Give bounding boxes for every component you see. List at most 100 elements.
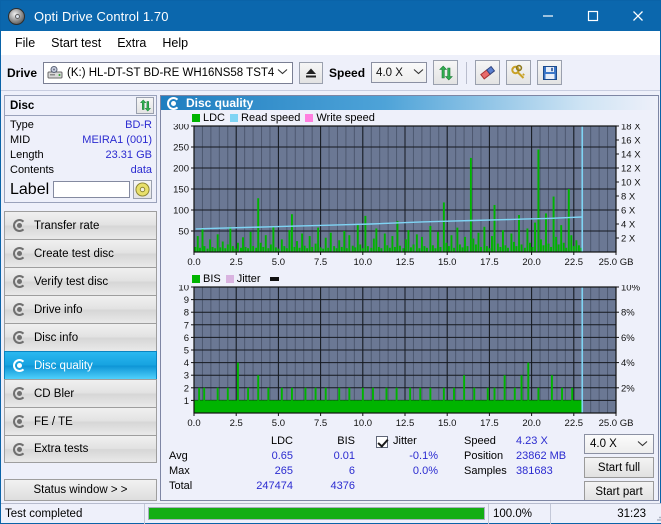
speed-select[interactable]: 4.0 X	[371, 62, 428, 83]
disc-label-input[interactable]	[53, 181, 130, 198]
svg-text:50: 50	[178, 227, 189, 238]
sidebar-item-verify-test-disc[interactable]: Verify test disc	[4, 267, 157, 295]
disc-icon	[12, 218, 27, 233]
menu-item-extra[interactable]: Extra	[109, 34, 154, 52]
eject-button[interactable]	[299, 61, 324, 84]
test-speed-select[interactable]: 4.0 X	[584, 434, 654, 454]
legend-item-write-speed: Write speed	[305, 112, 375, 124]
svg-text:12.5: 12.5	[396, 257, 415, 268]
test-speed-value: 4.0 X	[590, 438, 617, 450]
sidebar-item-disc-info[interactable]: Disc info	[4, 323, 157, 351]
menu-item-start-test[interactable]: Start test	[43, 34, 109, 52]
title-bar: Opti Drive Control 1.70	[1, 1, 660, 31]
svg-text:14 X: 14 X	[621, 150, 641, 161]
svg-text:0.0: 0.0	[187, 418, 200, 429]
legend-item-ldc: LDC	[192, 112, 225, 124]
svg-text:25.0 GB: 25.0 GB	[599, 418, 634, 429]
disc-icon	[12, 302, 27, 317]
legend-item-read-speed: Read speed	[230, 112, 300, 124]
menu-item-file[interactable]: File	[7, 34, 43, 52]
sidebar-nav: Transfer rate Create test disc Verify te…	[4, 211, 157, 463]
samples-caption: Samples	[464, 465, 507, 477]
sidebar-item-label: Disc quality	[34, 359, 93, 372]
keys-button[interactable]	[506, 60, 532, 85]
run-info: Speed Position Samples 4.23 X 23862 MB 3…	[461, 434, 658, 500]
sidebar-item-label: Create test disc	[34, 247, 114, 260]
disc-key: Type	[10, 119, 34, 131]
disc-refresh-button[interactable]	[136, 97, 154, 114]
sidebar-item-transfer-rate[interactable]: Transfer rate	[4, 211, 157, 239]
drive-label: Drive	[7, 65, 38, 80]
sidebar-item-create-test-disc[interactable]: Create test disc	[4, 239, 157, 267]
svg-text:2%: 2%	[621, 383, 635, 394]
svg-text:10%: 10%	[621, 285, 641, 294]
chevron-down-icon[interactable]	[634, 440, 650, 449]
sidebar-item-fe-te[interactable]: FE / TE	[4, 407, 157, 435]
disc-key: Length	[10, 149, 44, 161]
menu-item-help[interactable]: Help	[154, 34, 196, 52]
app-window: Opti Drive Control 1.70 File Start test …	[0, 0, 661, 524]
elapsed-time: 31:23	[550, 503, 650, 524]
stats-row-avg: Avg 0.65 0.01	[169, 449, 376, 464]
disc-panel-title: Disc	[10, 99, 35, 112]
main-panel-header: Disc quality	[161, 96, 658, 110]
stats-row-label: Max	[169, 465, 190, 477]
start-part-button[interactable]: Start part	[584, 481, 654, 500]
sidebar-item-label: Disc info	[34, 331, 79, 344]
svg-text:4%: 4%	[621, 358, 635, 369]
stats-col-bis: BIS	[337, 435, 355, 447]
svg-text:8: 8	[184, 308, 189, 319]
jitter-toggle[interactable]: Jitter	[376, 434, 461, 449]
legend-item-bis: BIS	[192, 273, 221, 285]
disc-value: data	[130, 164, 152, 176]
disc-icon	[12, 246, 27, 261]
chevron-down-icon[interactable]	[274, 68, 290, 77]
stats-row-label: Total	[169, 480, 193, 492]
run-info-labels: Speed Position Samples	[464, 434, 516, 500]
sidebar-item-label: Verify test disc	[34, 275, 109, 288]
status-window-label: Status window > >	[33, 484, 128, 496]
svg-text:6: 6	[184, 333, 189, 344]
disc-panel-header: Disc	[5, 96, 156, 116]
position-caption: Position	[464, 450, 504, 462]
svg-text:18 X: 18 X	[621, 124, 641, 133]
disc-icon	[8, 7, 25, 25]
svg-text:15.0: 15.0	[438, 418, 457, 429]
jitter-checkbox[interactable]	[376, 435, 388, 448]
cd-icon-button[interactable]	[133, 180, 152, 199]
legend-swatch-ldc	[192, 113, 200, 122]
svg-text:15.0: 15.0	[438, 257, 457, 268]
legend-label-bis: BIS	[203, 272, 221, 285]
legend-label-jitter: Jitter	[236, 272, 261, 285]
status-window-button[interactable]: Status window > >	[4, 479, 157, 501]
status-bar: Test completed 100.0% 31:23	[1, 503, 661, 524]
sidebar-item-drive-info[interactable]: Drive info	[4, 295, 157, 323]
minimize-icon[interactable]	[525, 1, 570, 31]
maximize-icon[interactable]	[570, 1, 615, 31]
samples-value: 381683	[516, 465, 553, 477]
progress-cell	[145, 504, 488, 524]
stats-area: LDC BIS Avg 0.65 0.01 Max 265 6 Total 24…	[161, 431, 658, 500]
sidebar: Disc Type BD-R MID MEIRA1 (001) Length 2…	[1, 93, 160, 503]
refresh-button[interactable]	[433, 60, 459, 85]
svg-text:7.5: 7.5	[314, 257, 327, 268]
run-info-values: 4.23 X 23862 MB 381683	[516, 434, 584, 500]
svg-text:10.0: 10.0	[354, 418, 373, 429]
disc-icon	[12, 386, 27, 401]
chevron-down-icon[interactable]	[410, 68, 426, 77]
erase-button[interactable]	[475, 60, 501, 85]
drive-value: (K:) HL-DT-ST BD-RE WH16NS58 TST4	[67, 66, 275, 79]
start-full-button[interactable]: Start full	[584, 457, 654, 478]
sidebar-item-cd-bler[interactable]: CD Bler	[4, 379, 157, 407]
close-icon[interactable]	[615, 1, 660, 31]
resize-grip[interactable]	[650, 504, 661, 524]
svg-text:17.5: 17.5	[480, 257, 499, 268]
sidebar-item-extra-tests[interactable]: Extra tests	[4, 435, 157, 463]
start-full-label: Start full	[597, 461, 641, 474]
sidebar-item-disc-quality[interactable]: Disc quality	[4, 351, 157, 379]
disc-value: MEIRA1 (001)	[82, 134, 152, 146]
svg-text:20.0: 20.0	[522, 257, 541, 268]
drive-select[interactable]: (K:) HL-DT-ST BD-RE WH16NS58 TST4	[43, 61, 294, 84]
svg-text:4: 4	[184, 358, 189, 369]
save-button[interactable]	[537, 60, 563, 85]
